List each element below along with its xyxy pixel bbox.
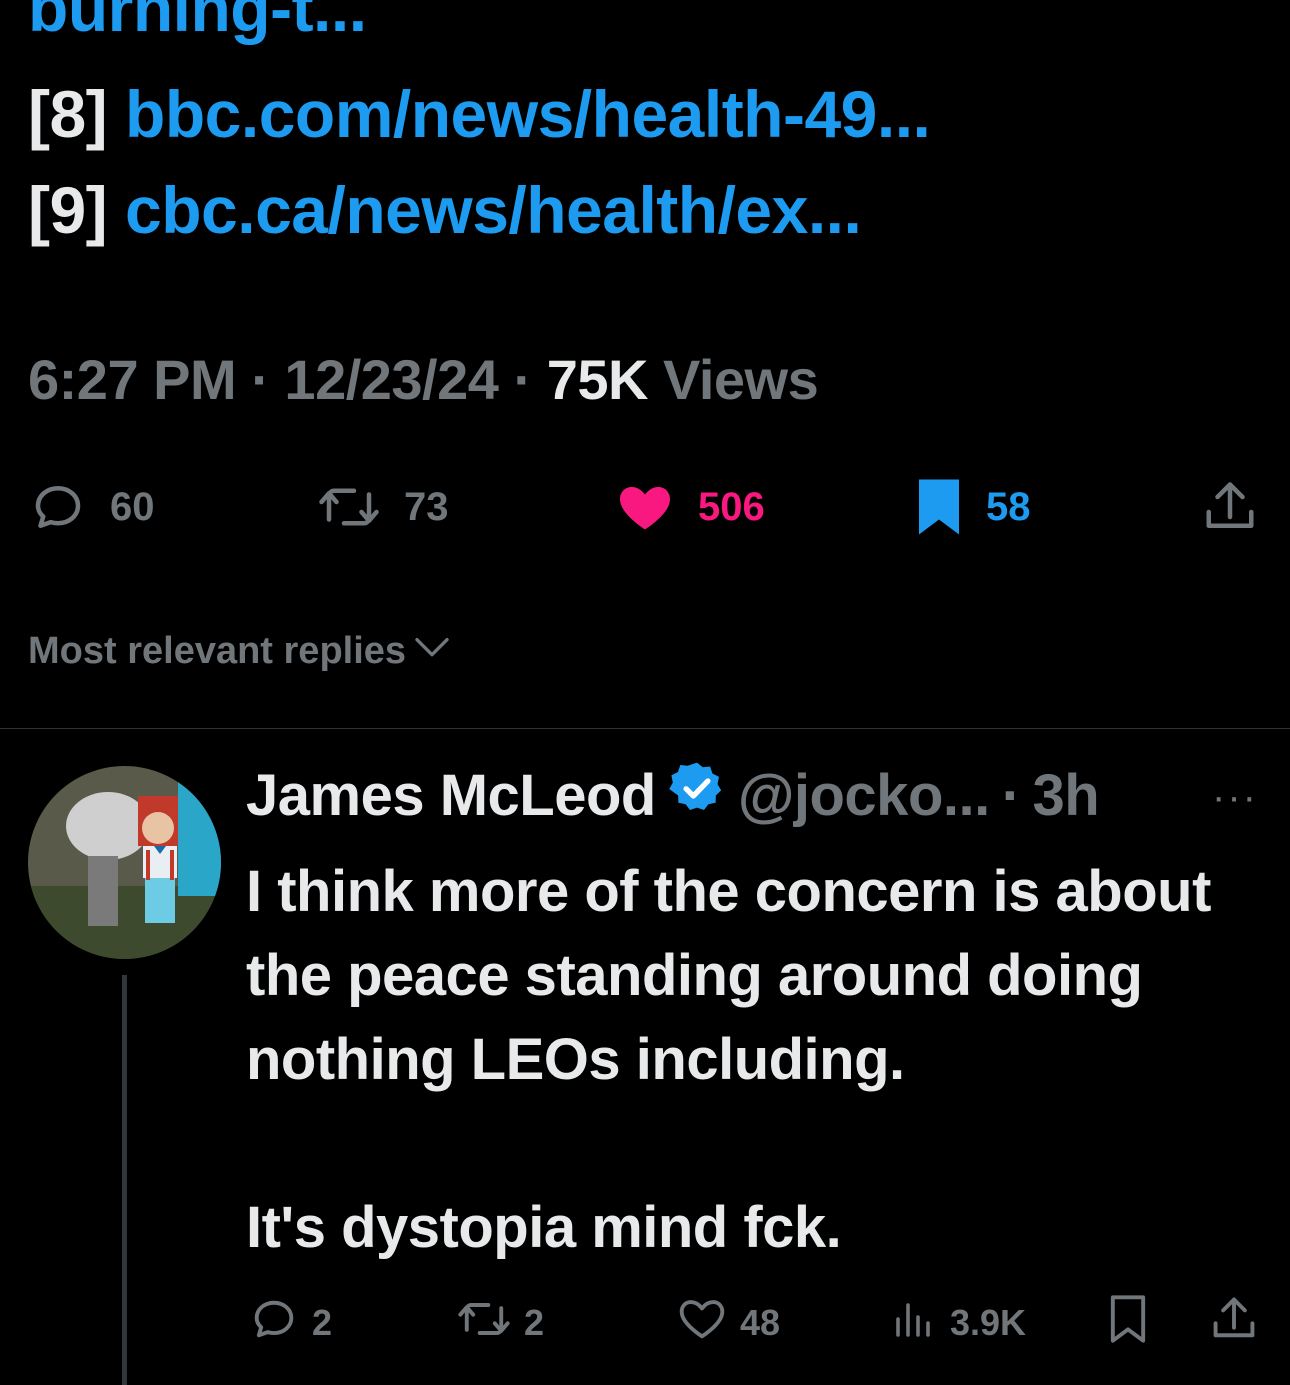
- reply-paragraph: I think more of the concern is about the…: [246, 859, 1211, 1092]
- reply-text: I think more of the concern is about the…: [246, 850, 1276, 1270]
- thread-line: [122, 975, 127, 1385]
- divider: [0, 728, 1290, 729]
- repost-action[interactable]: 73: [316, 472, 449, 542]
- heart-icon: [676, 1293, 728, 1354]
- reply-separator: ·: [1001, 762, 1021, 828]
- reply-like-count: 48: [740, 1302, 781, 1343]
- sort-label: Most relevant replies: [28, 630, 407, 672]
- reply-paragraph-spacer: [246, 1102, 1276, 1186]
- reply-reply-action[interactable]: 2: [248, 1295, 332, 1351]
- repost-icon: [456, 1293, 512, 1354]
- ref-link-prev[interactable]: burning-t...: [28, 0, 367, 48]
- reply-time[interactable]: 3h: [1033, 762, 1100, 829]
- like-count: 506: [698, 484, 765, 529]
- reply-like-action[interactable]: 48: [676, 1295, 780, 1351]
- views-label: Views: [662, 348, 819, 411]
- ref-num-8: [8]: [28, 77, 108, 151]
- ref-link-9[interactable]: cbc.ca/news/health/ex...: [125, 173, 862, 247]
- reply-share-action[interactable]: [1208, 1295, 1260, 1351]
- reply-bookmark-action[interactable]: [1106, 1293, 1150, 1354]
- heart-filled-icon: [614, 477, 676, 537]
- views-count: 75K: [546, 348, 649, 411]
- ref-num-9: [9]: [28, 173, 108, 247]
- ref-link-8[interactable]: bbc.com/news/health-49...: [125, 77, 931, 151]
- comment-icon: [248, 1293, 300, 1354]
- reply-repost-action[interactable]: 2: [456, 1295, 544, 1351]
- reply-author-handle[interactable]: @jocko...: [738, 762, 990, 829]
- tweet-meta: 6:27 PM · 12/23/24 · 75K Views: [28, 345, 819, 415]
- share-icon: [1200, 477, 1260, 537]
- bookmark-count: 58: [986, 484, 1031, 529]
- chevron-down-icon: [412, 630, 452, 673]
- bookmark-icon: [1106, 1293, 1150, 1354]
- bookmark-filled-icon: [914, 477, 964, 537]
- reply-repost-count: 2: [524, 1302, 545, 1343]
- reply-author-name[interactable]: James McLeod: [246, 762, 656, 829]
- reply-paragraph: It's dystopia mind fck.: [246, 1195, 842, 1260]
- meta-separator: ·: [251, 348, 270, 411]
- repost-count: 73: [404, 484, 449, 529]
- ref-line-9: [9] cbc.ca/news/health/ex...: [28, 170, 862, 250]
- reply-views-count: 3.9K: [950, 1302, 1027, 1343]
- share-icon: [1208, 1293, 1260, 1354]
- replies-sort-dropdown[interactable]: Most relevant replies: [28, 630, 452, 673]
- ref-line-8: [8] bbc.com/news/health-49...: [28, 74, 931, 154]
- verified-badge-icon: [668, 759, 726, 831]
- more-options-icon[interactable]: ···: [1212, 775, 1258, 820]
- reply-count: 60: [110, 484, 155, 529]
- reply-header: James McLeod @jocko... · 3h: [246, 759, 1100, 831]
- avatar[interactable]: [28, 766, 221, 959]
- tweet-time[interactable]: 6:27 PM: [28, 348, 237, 411]
- reply-reply-count: 2: [312, 1302, 333, 1343]
- share-action[interactable]: [1200, 472, 1260, 542]
- repost-icon: [316, 477, 382, 537]
- bookmark-action[interactable]: 58: [914, 472, 1031, 542]
- meta-separator: ·: [513, 348, 532, 411]
- comment-icon: [28, 477, 88, 537]
- like-action[interactable]: 506: [614, 472, 765, 542]
- reply-action[interactable]: 60: [28, 472, 155, 542]
- analytics-icon: [890, 1293, 938, 1354]
- tweet-date[interactable]: 12/23/24: [284, 348, 498, 411]
- reply-views-action[interactable]: 3.9K: [890, 1295, 1026, 1351]
